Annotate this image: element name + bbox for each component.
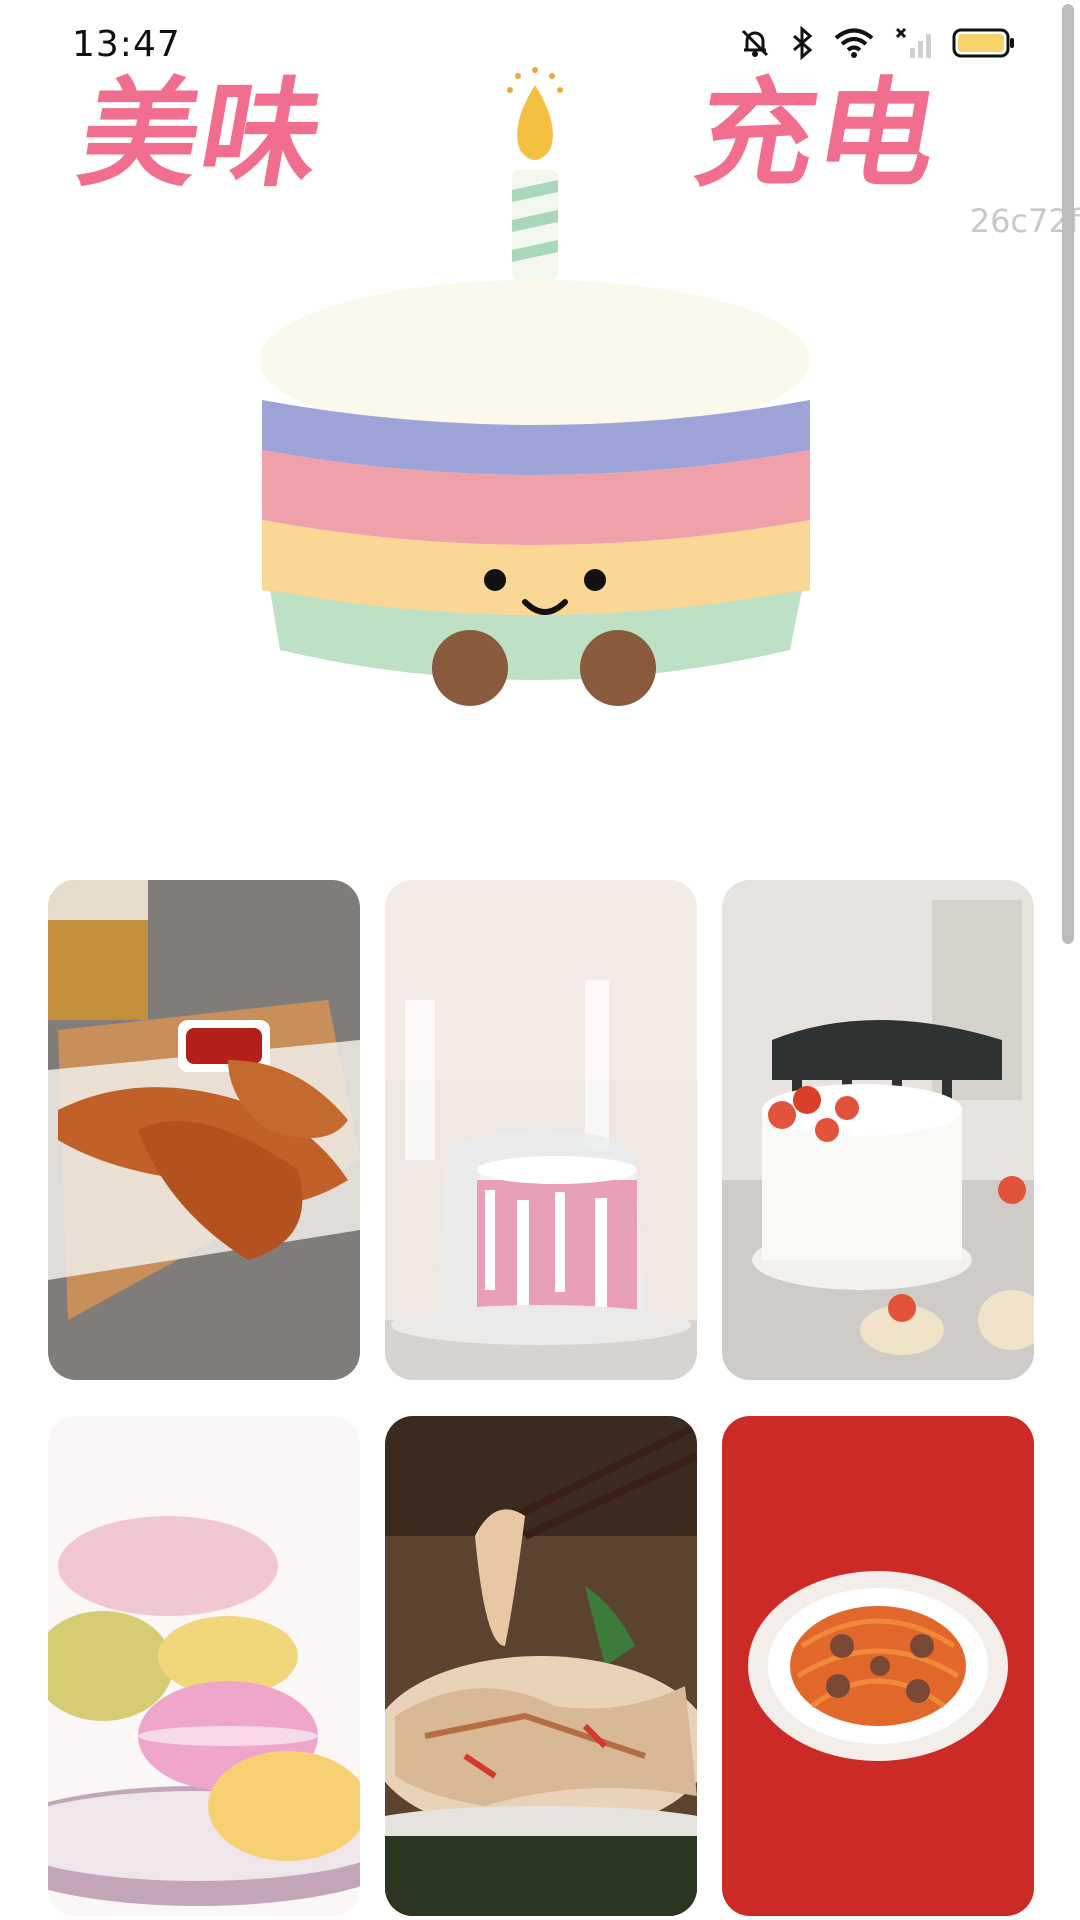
scrollbar[interactable] — [1062, 4, 1074, 944]
photo-card[interactable] — [385, 880, 697, 1380]
photo-card[interactable] — [48, 1416, 360, 1916]
photo-card[interactable] — [722, 880, 1034, 1380]
photo-card[interactable] — [385, 1416, 697, 1916]
candle — [512, 170, 558, 280]
photo-card[interactable] — [48, 880, 360, 1380]
battery-icon — [952, 26, 1016, 60]
birthday-cake-illustration — [250, 30, 820, 720]
photo-card[interactable] — [722, 1416, 1034, 1916]
candle-flame — [507, 67, 563, 160]
